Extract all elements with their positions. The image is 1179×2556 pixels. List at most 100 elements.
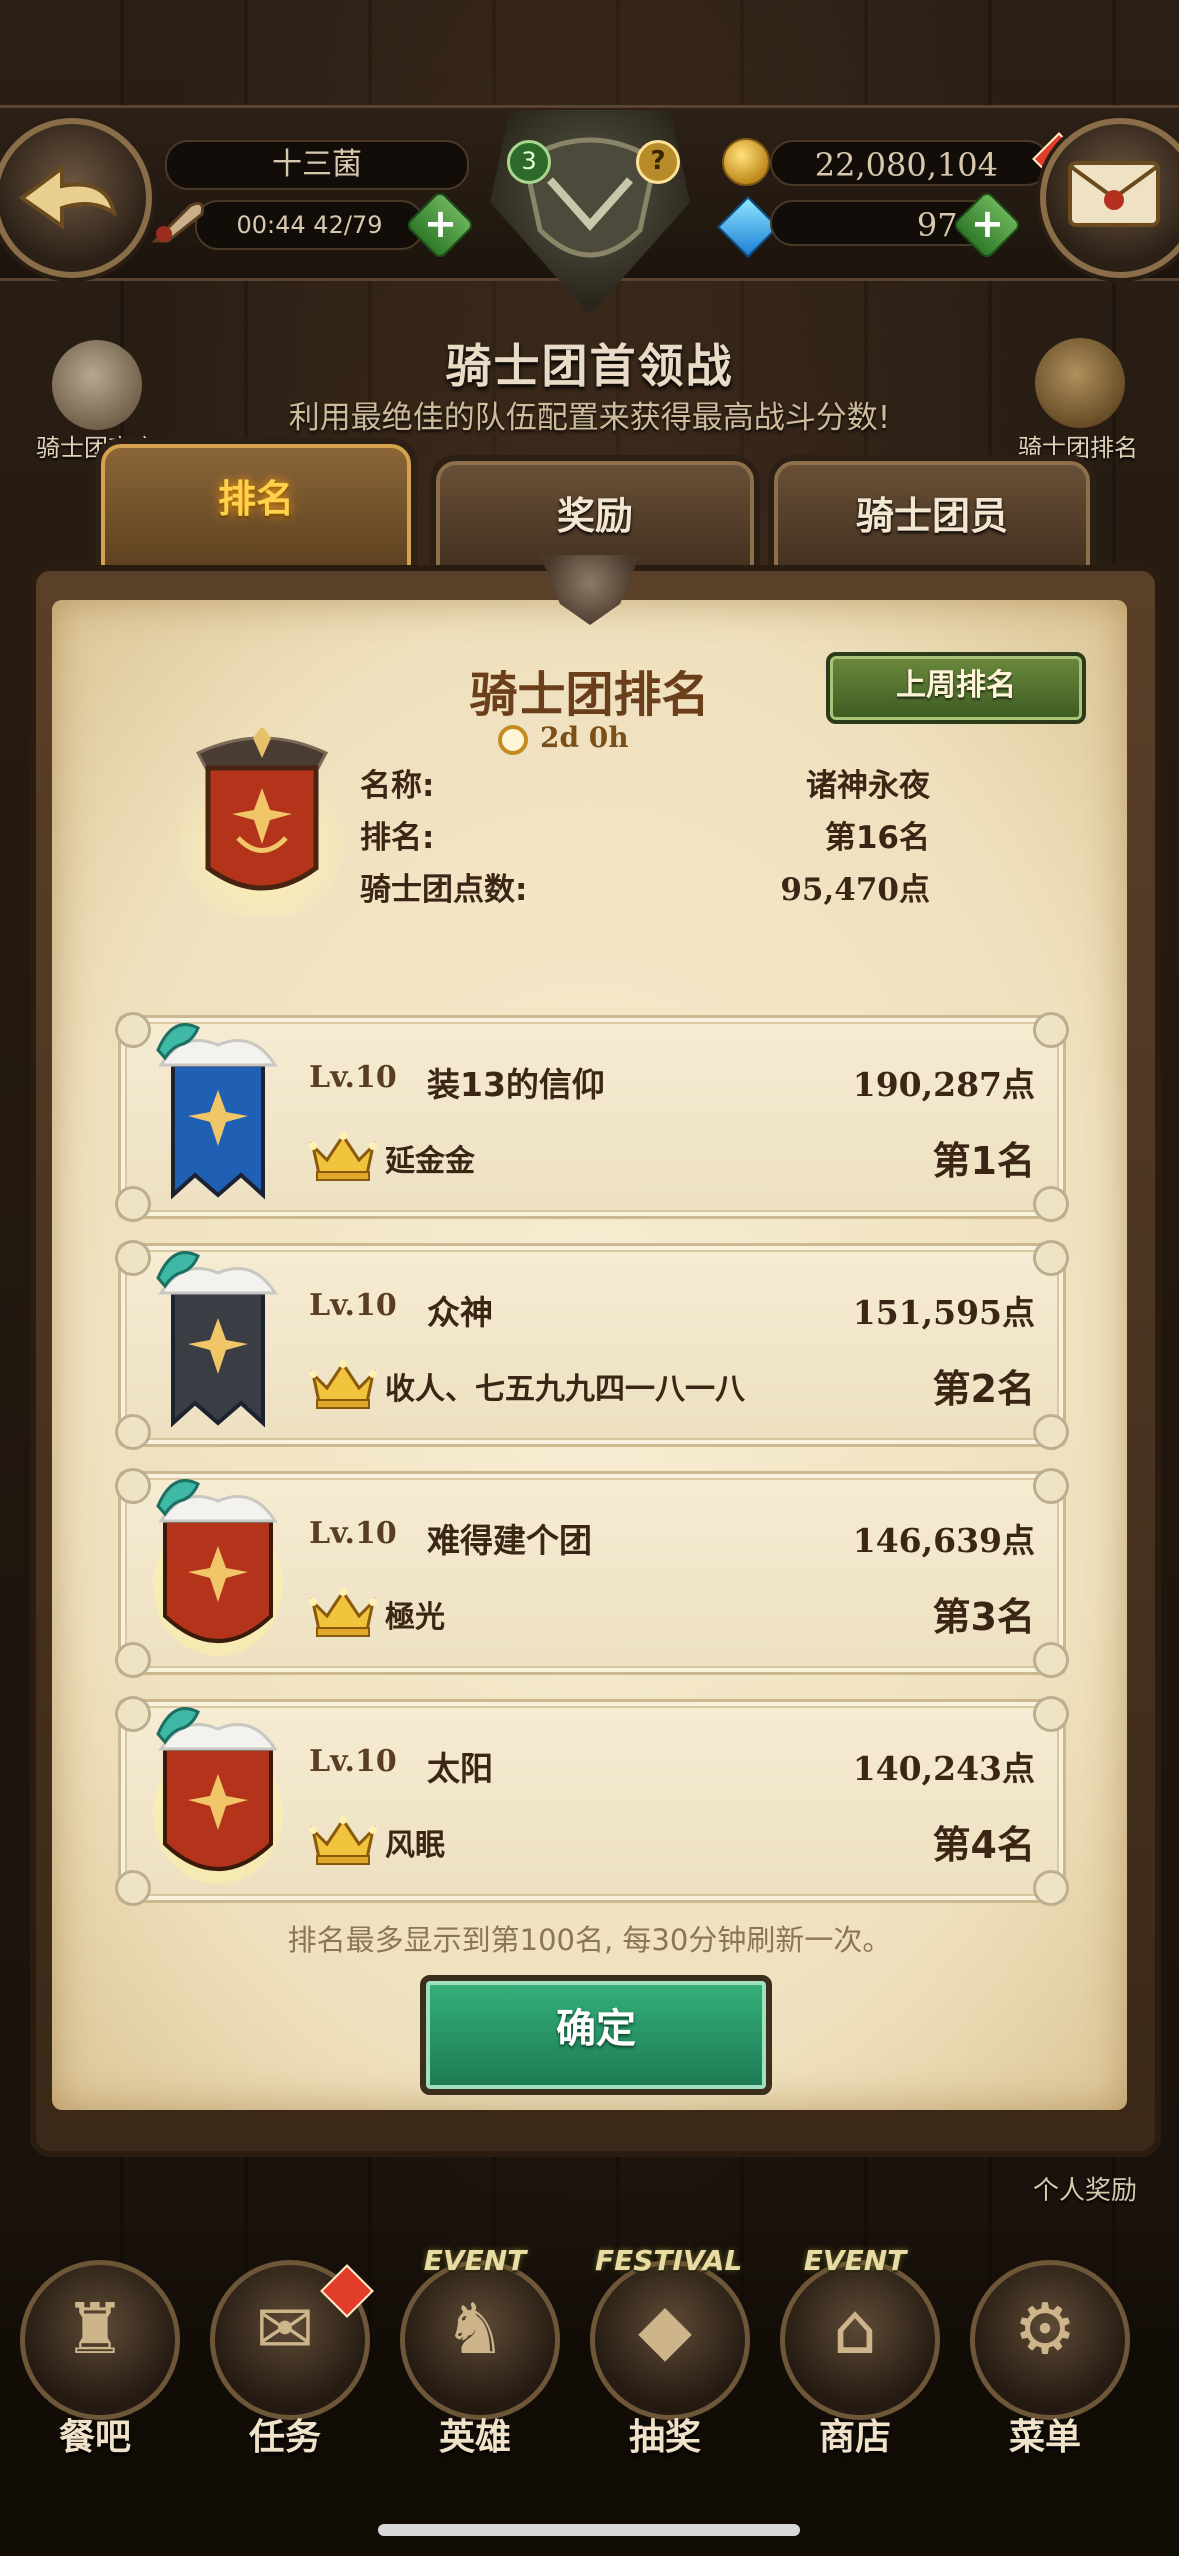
card-corner-ornament [1033, 1696, 1069, 1732]
nav-label: 菜单 [1008, 2417, 1081, 2458]
my-guild-rank-row: 排名: 第16名 [360, 813, 930, 863]
name-value: 诸神永夜 [806, 768, 930, 804]
card-corner-ornament [115, 1870, 151, 1906]
nav-label: 任务 [248, 2417, 321, 2458]
stopwatch-icon [498, 724, 528, 755]
guild-leader-name: 延金金 [385, 1144, 475, 1179]
gold-amount: 22,080,104 [814, 146, 998, 184]
guild-leader-name: 極光 [385, 1600, 445, 1635]
timer-value: 2d 0h [540, 721, 629, 754]
guild-banner-icon [156, 1251, 278, 1428]
guild-level: Lv.10 [309, 1744, 397, 1779]
card-corner-ornament [115, 1186, 151, 1222]
crystal-icon: ◆ [638, 2288, 692, 2370]
guild-points: 190,287点 [852, 1065, 1035, 1104]
guild-name: 难得建个团 [427, 1521, 592, 1560]
my-guild-banner-icon [178, 728, 346, 918]
guild-shop-icon[interactable] [52, 340, 142, 430]
guild-name: 太阳 [427, 1749, 493, 1788]
back-arrow-icon [18, 164, 117, 230]
guild-level: Lv.10 [309, 1516, 397, 1551]
leader-crown-icon [309, 1588, 377, 1637]
ranking-footnote: 排名最多显示到第100名, 每30分钟刷新一次。 [287, 1923, 892, 1957]
ranking-card-3[interactable]: Lv.10 难得建个团 146,639点極光 第3名 [115, 1468, 1069, 1678]
guild-level: Lv.10 [309, 1060, 397, 1095]
rank-value: 第16名 [824, 820, 930, 856]
guild-points: 140,243点 [852, 1749, 1035, 1788]
shop-icon: ⌂ [832, 2288, 878, 2370]
player-name-field: 十三菌 [165, 140, 469, 190]
nav-label: 商店 [818, 2417, 891, 2458]
ranking-card-4[interactable]: Lv.10 太阳 140,243点 风眠 第4名 [115, 1696, 1069, 1906]
nav-label: 英雄 [438, 2417, 511, 2458]
card-corner-ornament [1033, 1468, 1069, 1504]
mail-button[interactable] [1040, 118, 1179, 278]
card-corner-ornament [115, 1696, 151, 1732]
card-corner-ornament [115, 1240, 151, 1276]
guild-ranking-trophy-icon[interactable] [1035, 338, 1125, 428]
guild-banner-icon [153, 1479, 283, 1656]
nav-item-6[interactable]: ⚙ 菜单 [960, 2260, 1130, 2460]
stamina-value: 00:44 42/79 [236, 211, 383, 239]
rank-label: 排名: [360, 820, 435, 856]
level-badge: 3 [507, 140, 551, 184]
my-guild-points-row: 骑士团点数: 95,470点 [360, 865, 930, 915]
back-button[interactable] [0, 118, 152, 278]
guild-leader-name: 风眠 [385, 1828, 445, 1863]
personal-reward-link[interactable]: 个人奖励 [1033, 2170, 1137, 2207]
card-corner-ornament [115, 1414, 151, 1450]
nav-item-5[interactable]: ⌂ EVENT 商店 [770, 2244, 940, 2460]
mail-envelope-icon [1068, 161, 1160, 227]
guild-rank: 第3名 [932, 1595, 1035, 1639]
guild-name: 众神 [427, 1293, 493, 1332]
name-label: 名称: [360, 768, 435, 804]
nav-item-2[interactable]: ✉ 任务 [200, 2260, 374, 2460]
points-value: 95,470点 [780, 872, 930, 908]
event-tag: FESTIVAL [595, 2244, 743, 2277]
season-timer: 2d 0h [498, 718, 629, 758]
stamina-bar: 00:44 42/79 [195, 200, 424, 250]
guild-points: 146,639点 [852, 1521, 1035, 1560]
guild-rank: 第1名 [932, 1139, 1035, 1183]
guild-points: 151,595点 [852, 1293, 1035, 1332]
points-label: 骑士团点数: [360, 872, 528, 908]
gold-coin-icon [722, 138, 770, 186]
card-corner-ornament [115, 1012, 151, 1048]
tab-rewards-label: 奖励 [556, 494, 633, 538]
home-indicator [378, 2524, 800, 2536]
gold-amount-field: 22,080,104 [770, 140, 1050, 186]
guild-level: Lv.10 [309, 1288, 397, 1323]
card-corner-ornament [1033, 1186, 1069, 1222]
guild-leader-name: 收人、七五九九四一八一八 [385, 1372, 745, 1407]
last-week-ranking-button[interactable]: 上周排名 [826, 652, 1086, 724]
tab-guild-members-label: 骑士团员 [855, 494, 1008, 538]
event-tag: EVENT [803, 2244, 907, 2277]
quill-icon [151, 201, 204, 243]
event-tag: EVENT [423, 2244, 527, 2277]
hero-helmet-icon: ♞ [443, 2288, 507, 2370]
tab-ranking[interactable]: 排名 [95, 438, 417, 580]
help-button[interactable]: ? [636, 140, 680, 184]
card-corner-ornament [1033, 1240, 1069, 1276]
tab-ranking-label: 排名 [217, 477, 294, 521]
my-guild-name-row: 名称: 诸神永夜 [360, 761, 930, 811]
guild-name: 装13的信仰 [427, 1065, 605, 1104]
player-name: 十三菌 [272, 147, 362, 182]
card-corner-ornament [1033, 1414, 1069, 1450]
guild-rank: 第2名 [932, 1367, 1035, 1411]
card-corner-ornament [115, 1468, 151, 1504]
tavern-icon: ♜ [63, 2288, 127, 2370]
nav-item-3[interactable]: ♞ EVENT 英雄 [390, 2244, 560, 2460]
leader-crown-icon [309, 1360, 377, 1409]
confirm-button[interactable]: 确定 [420, 1975, 772, 2095]
leader-crown-icon [309, 1132, 377, 1181]
nav-label: 抽奖 [628, 2417, 701, 2458]
nav-item-4[interactable]: ◆ FESTIVAL 抽奖 [580, 2244, 750, 2460]
nav-label: 餐吧 [58, 2417, 131, 2458]
nav-item-1[interactable]: ♜ 餐吧 [10, 2260, 180, 2460]
page-title: 骑士团首领战 [445, 339, 734, 393]
page-subtitle: 利用最绝佳的队伍配置来获得最高战斗分数! [288, 400, 891, 436]
ranking-card-2[interactable]: Lv.10 众神 151,595点收人、七五九九四一八一八 第2名 [115, 1240, 1069, 1450]
guild-banner-icon [153, 1707, 283, 1884]
ranking-card-1[interactable]: Lv.10 装13的信仰 190,287点延金金 第1名 [115, 1012, 1069, 1222]
